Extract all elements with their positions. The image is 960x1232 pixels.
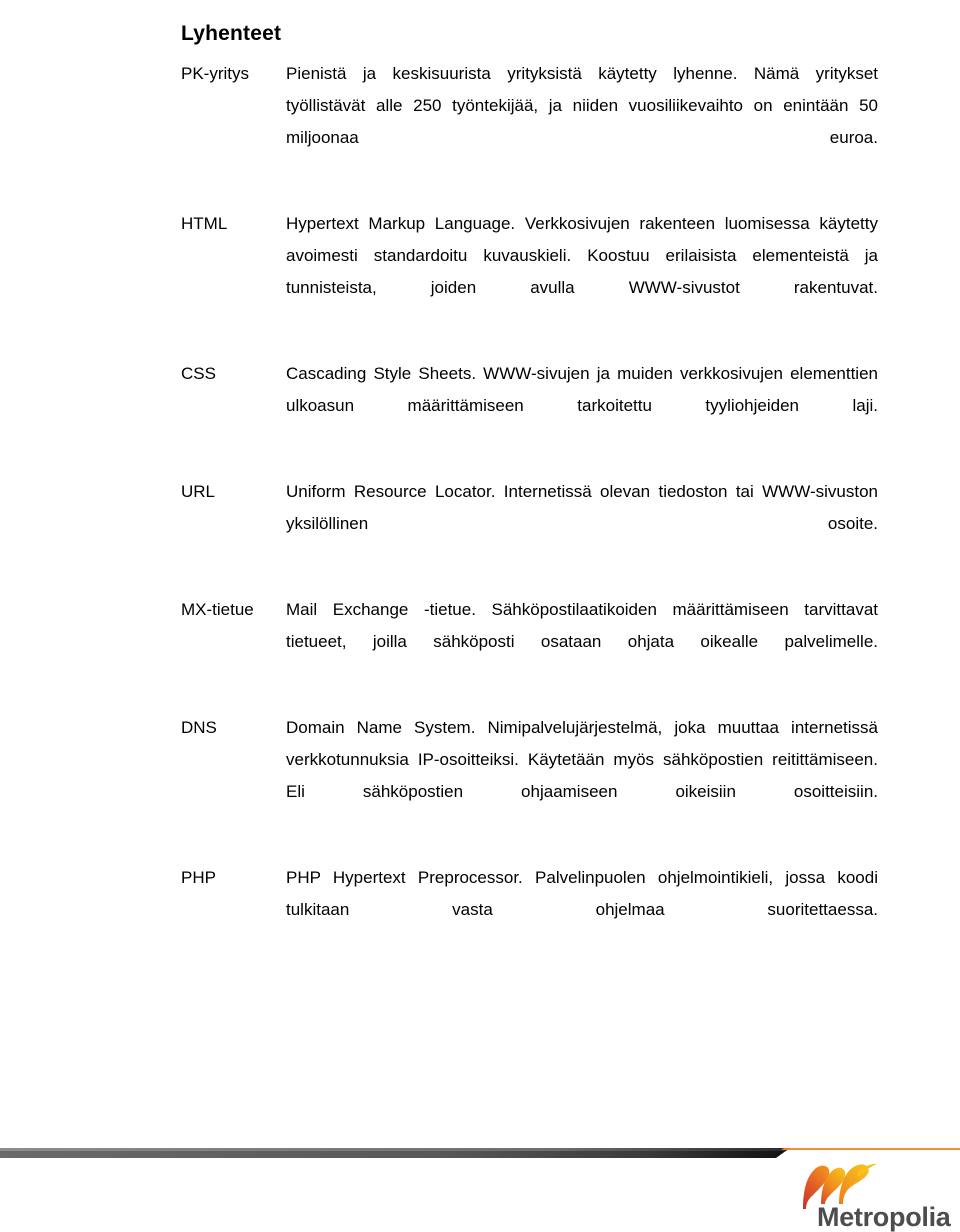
glossary-entry: CSS Cascading Style Sheets. WWW-sivujen … (181, 358, 878, 454)
logo-wordmark: Metropolia (817, 1202, 951, 1232)
glossary-term: CSS (181, 364, 216, 383)
glossary-term: URL (181, 482, 216, 501)
glossary-term: MX-tietue (181, 600, 254, 619)
page-title: Lyhenteet (181, 22, 282, 46)
glossary-entry: MX-tietue Mail Exchange -tietue. Sähköpo… (181, 594, 878, 690)
glossary-term: DNS (181, 718, 217, 737)
glossary-definition: Uniform Resource Locator. Internetissä o… (286, 482, 878, 533)
glossary-term: PHP (181, 868, 216, 887)
glossary-definition: Pienistä ja keskisuurista yrityksistä kä… (286, 64, 878, 147)
glossary-term: HTML (181, 214, 228, 233)
glossary-entry: HTML Hypertext Markup Language. Verkkosi… (181, 208, 878, 336)
glossary-definition: Domain Name System. Nimipalvelujärjestel… (286, 718, 878, 801)
glossary-entry: PHP PHP Hypertext Preprocessor. Palvelin… (181, 862, 878, 958)
glossary-entry: PK-yritys Pienistä ja keskisuurista yrit… (181, 58, 878, 186)
glossary-definition: Mail Exchange -tietue. Sähköpostilaatiko… (286, 600, 878, 651)
glossary-entry: DNS Domain Name System. Nimipalvelujärje… (181, 712, 878, 840)
metropolia-logo: Metropolia (795, 1162, 955, 1232)
glossary-definition: Cascading Style Sheets. WWW-sivujen ja m… (286, 364, 878, 415)
glossary-definition: PHP Hypertext Preprocessor. Palvelinpuol… (286, 868, 878, 919)
glossary-term: PK-yritys (181, 64, 249, 83)
document-page: Lyhenteet PK-yritys Pienistä ja keskisuu… (0, 0, 960, 1232)
glossary-entry: URL Uniform Resource Locator. Internetis… (181, 476, 878, 572)
glossary-definition: Hypertext Markup Language. Verkkosivujen… (286, 214, 878, 297)
footer-rule (0, 1148, 960, 1158)
glossary-list: PK-yritys Pienistä ja keskisuurista yrit… (181, 58, 878, 980)
